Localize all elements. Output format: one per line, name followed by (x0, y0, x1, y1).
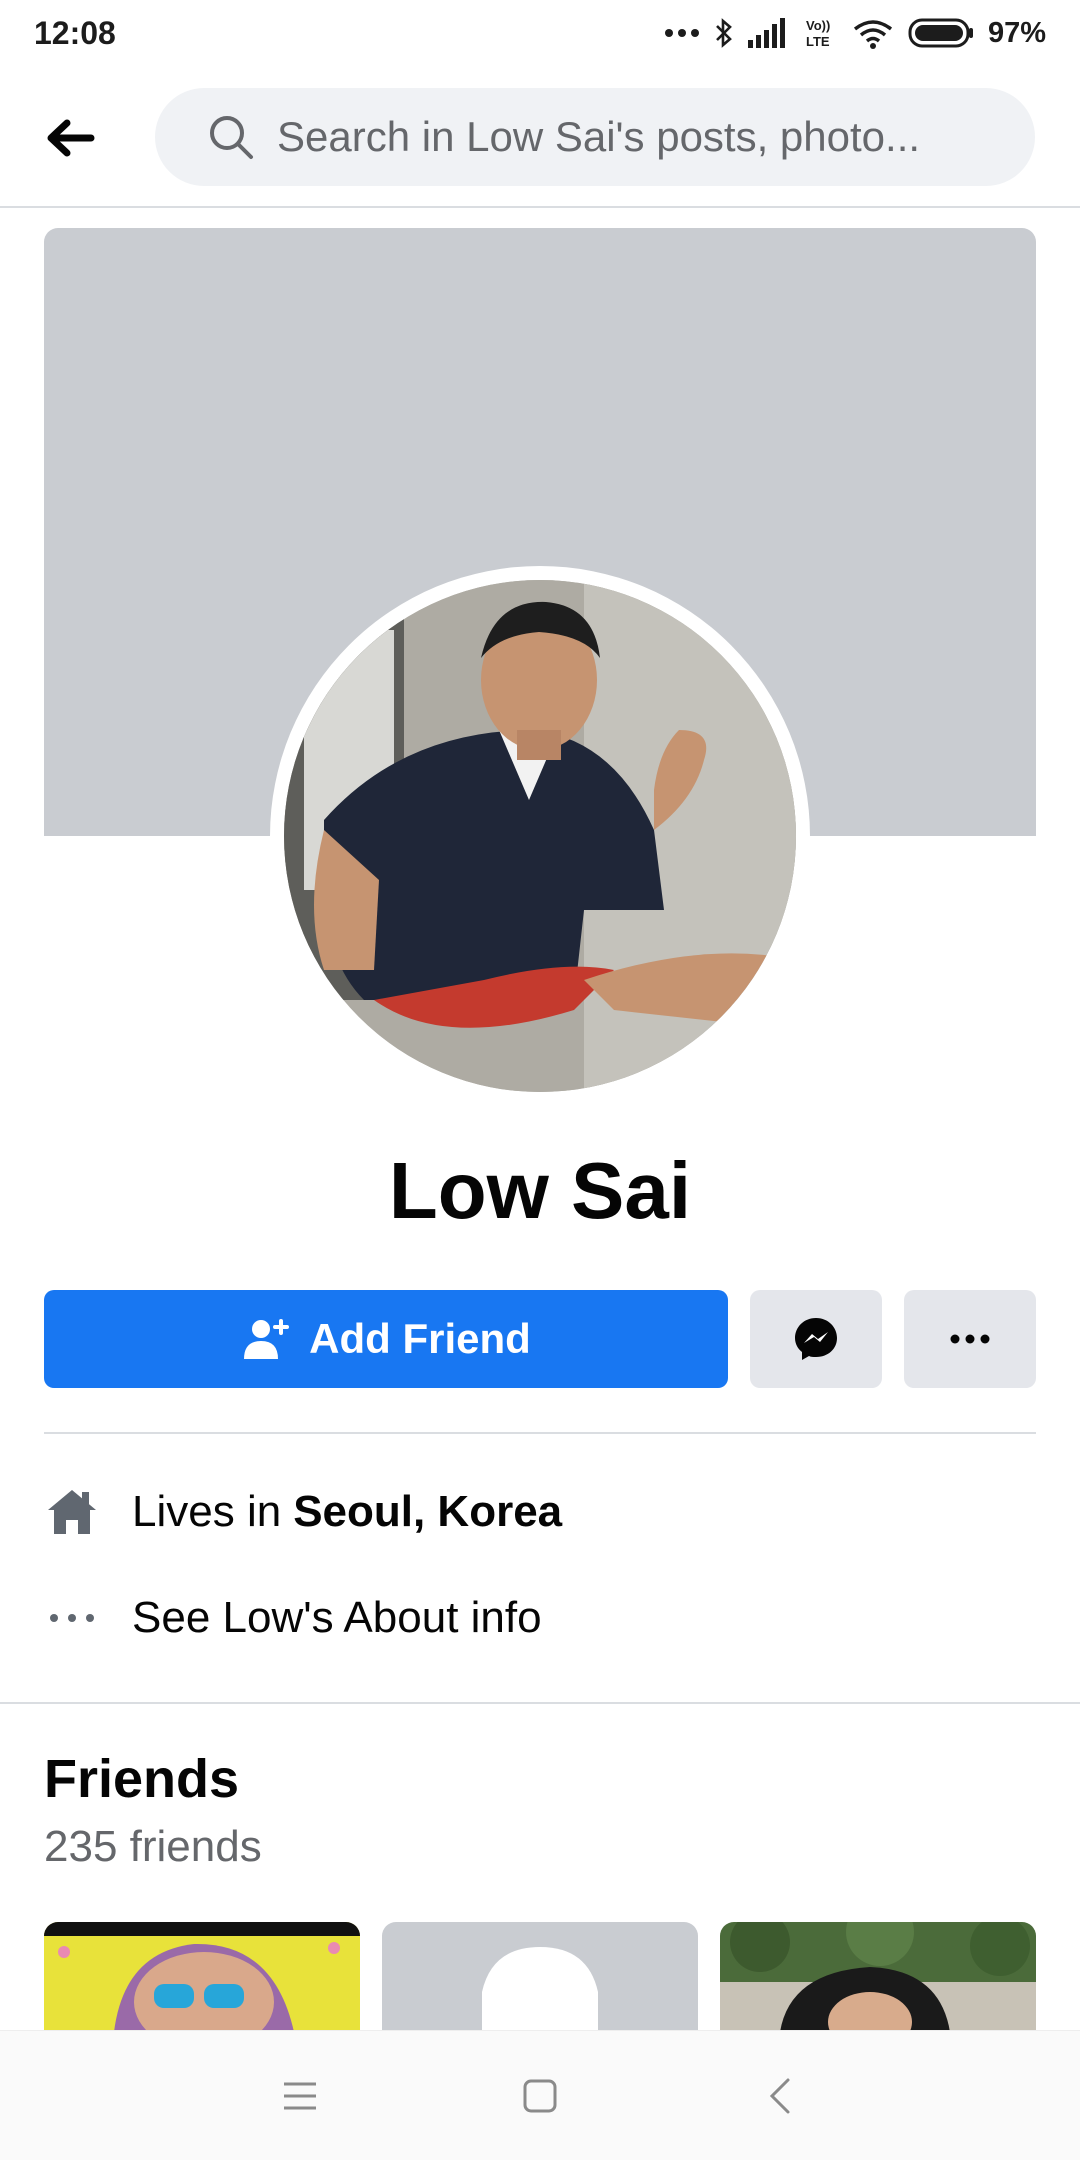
square-icon (523, 2079, 557, 2112)
friend-tile[interactable] (44, 1922, 360, 2032)
home-icon (44, 1484, 100, 1540)
add-friend-icon (244, 1319, 290, 1359)
see-about-label: See Low's About info (132, 1593, 542, 1642)
system-nav-bar (0, 2030, 1080, 2160)
home-button[interactable] (500, 2056, 580, 2136)
default-avatar-icon (482, 1947, 598, 2032)
messenger-icon (795, 1318, 837, 1360)
friend-tile[interactable] (720, 1922, 1036, 2032)
friend-tile[interactable] (382, 1922, 698, 2032)
friend-photo (44, 1922, 360, 2032)
add-friend-button[interactable]: Add Friend (44, 1290, 728, 1388)
top-bar: Search in Low Sai's posts, photo... (0, 66, 1080, 208)
search-icon (210, 116, 253, 159)
menu-icon (284, 2082, 316, 2109)
avatar[interactable] (284, 580, 796, 1092)
message-button[interactable] (750, 1290, 882, 1388)
see-about-row[interactable]: See Low's About info (44, 1578, 1036, 1658)
section-separator (0, 1702, 1080, 1704)
more-dots-icon (44, 1590, 100, 1646)
dots-icon (664, 29, 699, 37)
chevron-left-icon (769, 2078, 790, 2113)
battery-icon (908, 18, 973, 48)
signal-icon (747, 18, 785, 48)
more-dots-icon (950, 1334, 990, 1344)
bluetooth-icon (716, 18, 732, 48)
search-placeholder: Search in Low Sai's posts, photo... (277, 113, 921, 160)
back-button[interactable] (40, 110, 100, 166)
profile-photo (284, 580, 796, 1092)
back-arrow-icon (47, 119, 95, 157)
more-options-button[interactable] (904, 1290, 1036, 1388)
search-input[interactable]: Search in Low Sai's posts, photo... (155, 88, 1035, 186)
friends-count[interactable]: 235 friends (44, 1822, 262, 1872)
add-friend-label: Add Friend (309, 1315, 531, 1362)
status-icons: Vo)) LTE 97% (664, 17, 1046, 50)
battery-percent: 97% (987, 16, 1046, 49)
wifi-icon (853, 20, 893, 49)
status-bar: 12:08 Vo)) LTE 97% (0, 0, 1080, 66)
divider (44, 1432, 1036, 1434)
lives-in-place: Seoul, Korea (293, 1487, 563, 1536)
friends-title: Friends (44, 1749, 240, 1809)
svg-text:Vo)): Vo)) (806, 18, 830, 33)
status-time: 12:08 (34, 14, 116, 51)
friend-photo (720, 1922, 1036, 2032)
svg-text:LTE: LTE (806, 34, 830, 49)
system-back-button[interactable] (740, 2056, 820, 2136)
lives-in-prefix: Lives in (132, 1487, 282, 1536)
lives-in-row: Lives in Seoul, Korea (44, 1472, 1036, 1552)
profile-name: Low Sai (388, 1146, 692, 1235)
recents-button[interactable] (260, 2056, 340, 2136)
volte-icon: Vo))LTE (806, 18, 830, 49)
